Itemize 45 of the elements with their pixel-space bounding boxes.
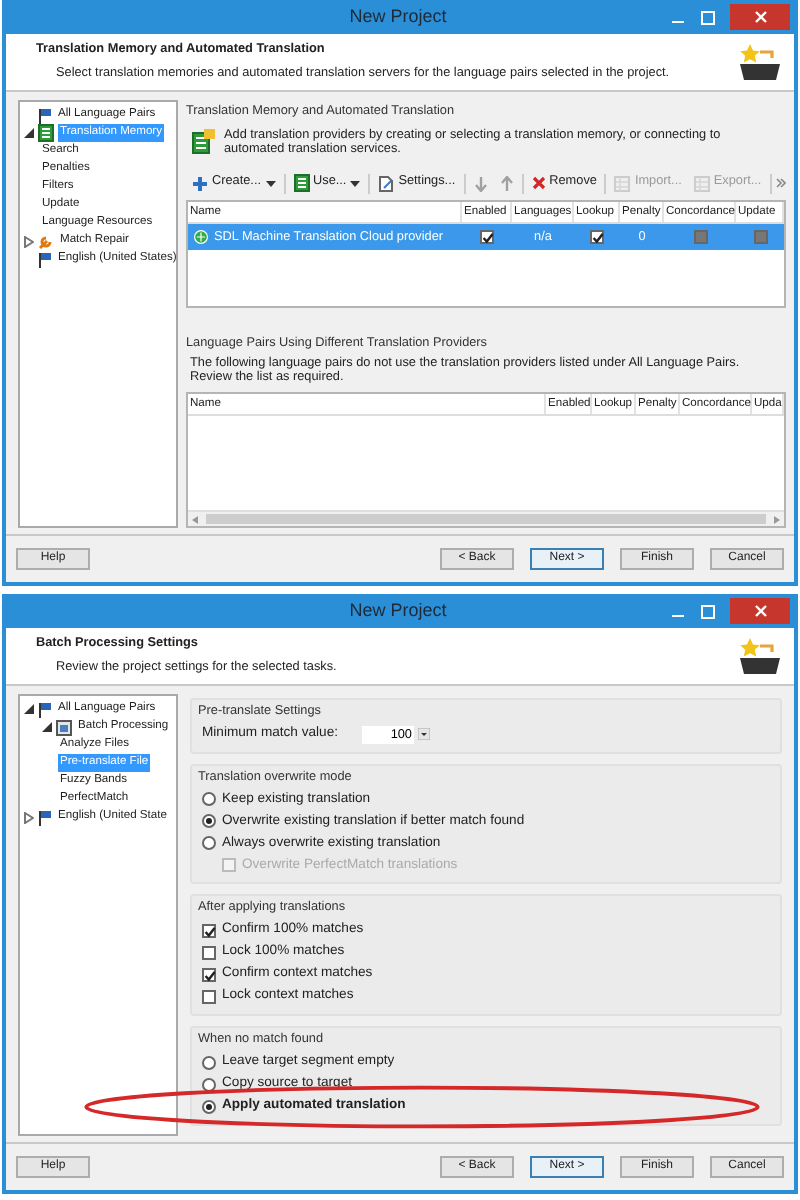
close-button[interactable] bbox=[730, 4, 790, 30]
checkbox[interactable] bbox=[202, 990, 216, 1005]
scroll-right-icon bbox=[774, 515, 780, 523]
overflow-chevron-icon bbox=[776, 178, 786, 189]
window-icon bbox=[56, 719, 72, 735]
document-icon bbox=[378, 175, 395, 192]
spreadsheet-icon bbox=[693, 175, 710, 192]
up-arrow-icon bbox=[499, 175, 514, 192]
delete-icon bbox=[531, 176, 546, 191]
radio-button[interactable] bbox=[202, 1055, 216, 1070]
close-icon bbox=[753, 604, 767, 618]
star-tray-icon bbox=[738, 42, 782, 82]
spinner-icon bbox=[418, 728, 430, 741]
window-title: New Project bbox=[347, 6, 449, 28]
ledger-icon bbox=[293, 174, 310, 193]
flag-icon bbox=[38, 107, 52, 123]
close-button[interactable] bbox=[730, 598, 790, 624]
radio-button[interactable] bbox=[202, 1077, 216, 1092]
ledger-icon bbox=[38, 124, 54, 142]
flag-icon bbox=[38, 251, 52, 267]
checkbox[interactable] bbox=[202, 946, 216, 961]
window-title: New Project bbox=[347, 600, 449, 622]
checkbox[interactable] bbox=[202, 968, 216, 983]
down-arrow-icon bbox=[473, 175, 488, 192]
scroll-left-icon bbox=[192, 515, 198, 523]
maximize-icon bbox=[700, 9, 716, 25]
radio-button[interactable] bbox=[202, 1099, 216, 1114]
flag-icon bbox=[38, 809, 52, 825]
flag-icon bbox=[38, 701, 52, 717]
checkbox[interactable] bbox=[590, 230, 604, 245]
maximize-icon bbox=[700, 603, 716, 619]
checkbox[interactable] bbox=[480, 230, 494, 245]
checkbox[interactable] bbox=[202, 924, 216, 939]
radio-button[interactable] bbox=[202, 836, 216, 851]
caret-icon bbox=[350, 179, 361, 188]
radio-button[interactable] bbox=[202, 814, 216, 829]
radio-button[interactable] bbox=[202, 792, 216, 807]
spreadsheet-icon bbox=[614, 175, 631, 192]
wrench-icon bbox=[38, 233, 54, 249]
star-tray-icon bbox=[738, 636, 782, 676]
horizontal-scrollbar[interactable] bbox=[188, 510, 784, 526]
plus-icon bbox=[192, 175, 208, 192]
ledger-icon bbox=[192, 127, 216, 154]
caret-icon bbox=[265, 179, 276, 188]
close-icon bbox=[753, 10, 767, 24]
